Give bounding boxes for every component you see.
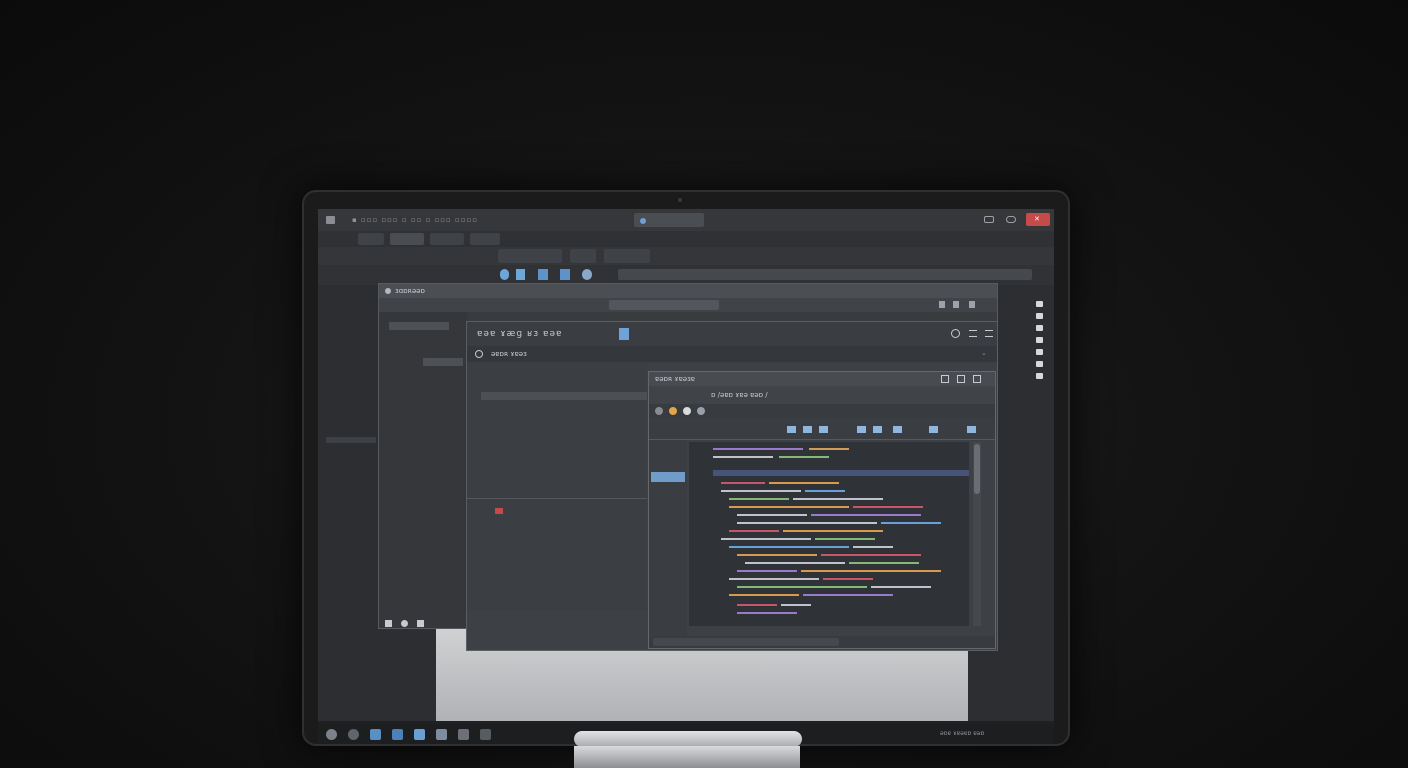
code-window-title: ɐəɒʀ ɤɐəɜɐ [655,375,696,383]
code-area [689,442,969,626]
toolbar-icon[interactable] [538,269,548,280]
toolbar-icon[interactable] [787,426,796,433]
taskbar-icon[interactable] [370,729,381,740]
taskbar-icon[interactable] [458,729,469,740]
taskbar-icon[interactable] [480,729,491,740]
monitor-stand-top [574,731,802,747]
tree-header [389,322,449,330]
browser-subtitle: əɐɒʀ ɤɐəɜ [491,350,527,358]
toolbar-icon[interactable] [893,426,902,433]
taskbar-icon[interactable] [348,729,359,740]
toolbar-row [318,247,1054,265]
taskbar-icon[interactable] [436,729,447,740]
toolbar-tab[interactable] [498,249,562,263]
maximize-icon[interactable] [984,216,994,223]
tab-icon[interactable] [669,407,677,415]
browser-tabbar: əɐɒʀ ɤɐəɜ ⌄ [467,346,997,362]
close-icon[interactable] [973,375,981,383]
file-window-titlebar: ɜɑɒʀəəɒ [379,284,997,298]
sidebar-selected[interactable] [326,437,376,443]
menu-icon[interactable] [985,330,993,337]
toolbar-icon[interactable] [500,269,509,280]
menu-row [318,231,1054,247]
code-lines [713,448,941,614]
monitor-stand-neck [574,746,800,768]
restore-icon[interactable] [957,375,965,383]
app-menu-icon[interactable] [326,216,335,224]
icon-toolbar [318,265,1054,285]
outer-menubar: ▪ ▫▫▫ ▫▫▫ ▫ ▫▫ ▫ ▫▫▫ ▫▫▫▫ [352,216,478,224]
menu-icon[interactable] [969,330,977,337]
list-item-selected[interactable] [481,392,647,400]
path-field[interactable] [609,300,719,310]
code-pathbar: ɒ /əɐɒ ɤɐə ɐəɒ / [649,386,995,404]
toolbar-tab[interactable] [570,249,596,263]
toolbar-icon[interactable] [873,426,882,433]
menu-item[interactable] [358,233,384,245]
code-window: ɐəɒʀ ɤɐəɜɐ ɒ /əɐɒ ɤɐə ɐəɒ / [648,371,996,649]
menu-item[interactable] [430,233,464,245]
file-window-toolbar [379,298,997,312]
code-nav-selected[interactable] [651,472,685,482]
toolbar-icon[interactable] [857,426,866,433]
taskbar-icon[interactable] [414,729,425,740]
code-titlebar: ɐəɒʀ ɤɐəɜɐ [649,372,995,386]
code-toolbar [649,418,995,440]
toolbar-icon[interactable] [929,426,938,433]
tab-icon [640,218,646,224]
grid-icon[interactable] [516,269,525,280]
outer-sidebar [318,285,378,615]
start-icon[interactable] [326,729,337,740]
tab-icon[interactable] [697,407,705,415]
minimize-icon[interactable] [1006,216,1016,223]
code-nav [649,440,687,636]
command-input[interactable] [653,638,839,646]
toolbar-icon[interactable] [560,269,570,280]
browser-toolbar-title: ɐəɐ ɤæɡ ʁɜ ɐəɐ [477,329,563,339]
toolbar-icon[interactable] [819,426,828,433]
toolbar-icon[interactable] [803,426,812,433]
divider [467,498,647,499]
code-scrollbar[interactable] [973,442,981,626]
code-path: ɒ /əɐɒ ɤɐə ɐəɒ / [711,391,768,399]
screen: ▪ ▫▫▫ ▫▫▫ ▫ ▫▫ ▫ ▫▫▫ ▫▫▫▫ ✕ ɜɑɒʀəəɒ ɐəɐ … [318,209,1054,726]
error-icon [495,508,503,514]
tree-footer-icons [379,620,467,630]
webcam [678,198,682,202]
file-tree [379,312,467,628]
menu-item[interactable] [470,233,500,245]
code-tabbar [649,404,995,418]
scroll-thumb[interactable] [974,444,980,494]
toolbar-icon[interactable] [582,269,592,280]
folder-icon[interactable] [619,328,629,340]
close-icon: ✕ [1034,215,1040,223]
browser-toolbar: ɐəɐ ɤæɡ ʁɜ ɐəɐ [467,322,997,346]
tab-icon[interactable] [655,407,663,415]
tree-tab[interactable] [423,358,463,366]
taskbar-clock: əɒɐ ɤɐəɐɒ ɐəɒ [940,730,985,737]
file-window-title: ɜɑɒʀəəɒ [395,287,425,295]
chevron-down-icon[interactable]: ⌄ [981,350,987,357]
address-field[interactable] [618,269,1032,280]
toolbar-tab[interactable] [604,249,650,263]
refresh-icon[interactable] [951,329,960,338]
taskbar-icon[interactable] [392,729,403,740]
code-statusbar [649,636,995,648]
window-icon [385,288,391,294]
menu-item-active[interactable] [390,233,424,245]
file-list [467,362,647,610]
toolbar-icon[interactable] [967,426,976,433]
outer-titlebar: ▪ ▫▫▫ ▫▫▫ ▫ ▫▫ ▫ ▫▫▫ ▫▫▫▫ ✕ [318,209,1054,231]
right-icon-column [1034,299,1046,419]
maximize-icon[interactable] [941,375,949,383]
tab-icon[interactable] [683,407,691,415]
home-icon[interactable] [475,350,483,358]
